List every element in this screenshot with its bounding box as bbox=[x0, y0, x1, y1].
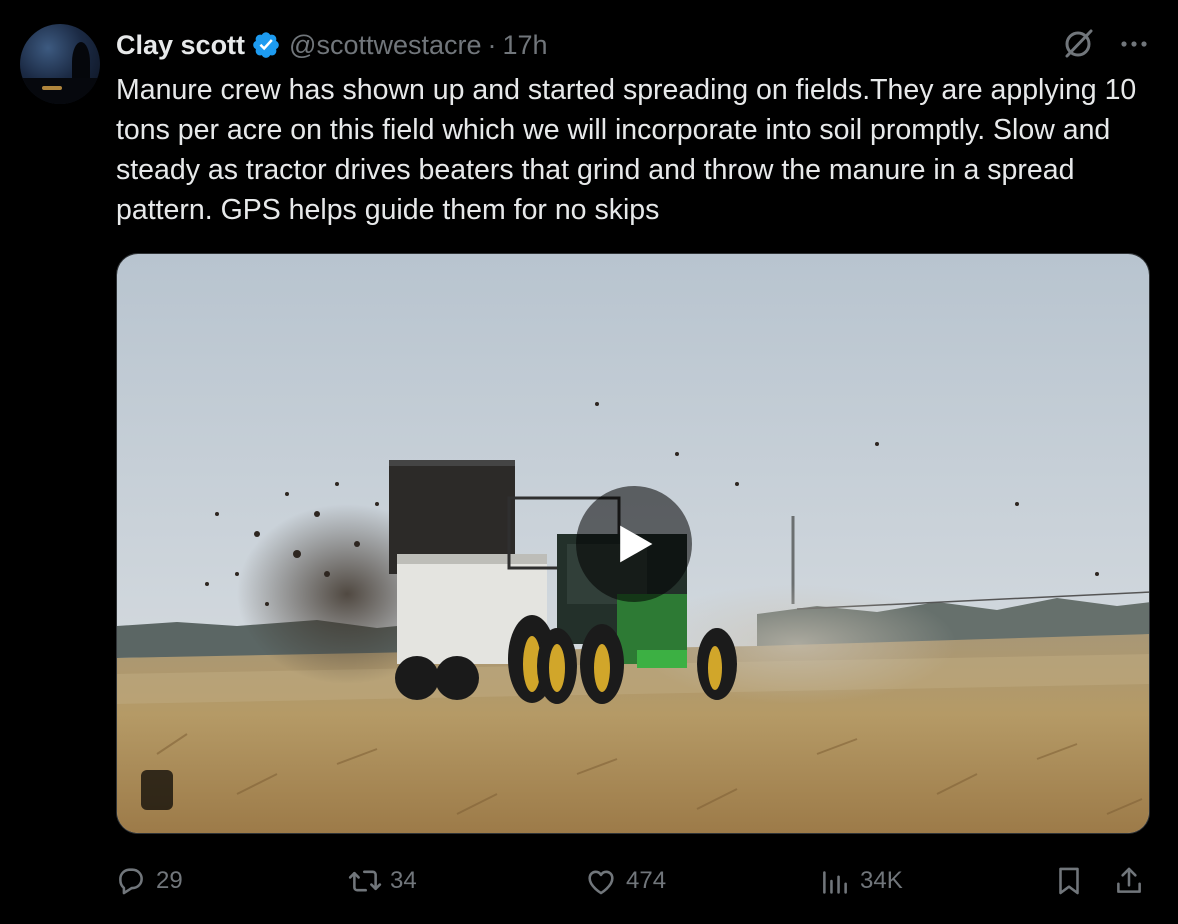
media-badge bbox=[141, 770, 173, 810]
reply-count: 29 bbox=[156, 867, 183, 894]
like-icon bbox=[588, 870, 614, 895]
like-count: 474 bbox=[626, 867, 667, 894]
action-bar: 29 34 474 34K bbox=[0, 858, 1178, 904]
share-button[interactable] bbox=[1112, 858, 1146, 904]
reply-icon bbox=[119, 868, 143, 895]
bookmark-button[interactable] bbox=[1052, 858, 1086, 904]
views-button[interactable]: 34K bbox=[818, 858, 903, 904]
like-button[interactable]: 474 bbox=[584, 858, 666, 904]
user-name[interactable]: Clay scott bbox=[116, 30, 245, 61]
view-count: 34K bbox=[860, 867, 903, 894]
reply-button[interactable]: 29 bbox=[114, 858, 183, 904]
tweet-header: Clay scott @scottwestacre · 17h bbox=[116, 28, 548, 62]
retweet-icon bbox=[348, 870, 382, 892]
more-icon[interactable] bbox=[1116, 30, 1152, 58]
video-player[interactable] bbox=[116, 253, 1150, 834]
views-icon bbox=[823, 871, 847, 894]
avatar[interactable] bbox=[20, 24, 100, 104]
tweet-text: Manure crew has shown up and started spr… bbox=[116, 74, 1137, 226]
bookmark-icon bbox=[1059, 867, 1079, 895]
retweet-count: 34 bbox=[390, 867, 417, 894]
share-icon bbox=[1117, 867, 1141, 893]
timestamp[interactable]: 17h bbox=[503, 30, 548, 61]
verified-badge-icon[interactable] bbox=[251, 30, 281, 60]
user-handle[interactable]: @scottwestacre bbox=[289, 30, 481, 61]
retweet-button[interactable]: 34 bbox=[348, 858, 417, 904]
play-icon bbox=[620, 525, 653, 563]
separator: · bbox=[487, 29, 497, 60]
grok-icon[interactable] bbox=[1060, 26, 1096, 62]
play-button[interactable] bbox=[576, 486, 692, 602]
